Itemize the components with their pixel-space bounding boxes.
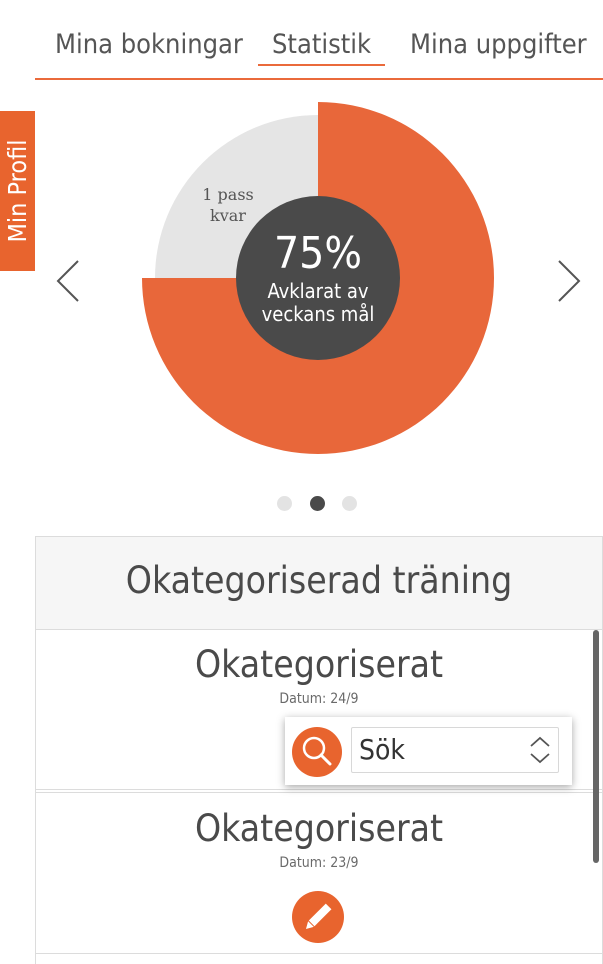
entry-title: Okategoriserat xyxy=(194,807,444,850)
min-profil-tab[interactable]: Min Profil xyxy=(0,111,35,271)
remaining-label-line2: kvar xyxy=(210,206,246,225)
tab-mina-bokningar[interactable]: Mina bokningar xyxy=(55,28,243,62)
search-select-value: Sök xyxy=(359,733,405,766)
edit-button[interactable] xyxy=(292,891,344,943)
section-header: Okategoriserad träning xyxy=(36,536,602,630)
chart-center-label-line2: veckans mål xyxy=(262,302,375,326)
carousel-dots xyxy=(0,496,603,512)
section-title: Okategoriserad träning xyxy=(125,559,513,602)
chart-center-value: 75% xyxy=(274,228,362,279)
tab-statistik[interactable]: Statistik xyxy=(258,28,386,66)
entry-date: Datum: 23/9 xyxy=(279,855,359,871)
chart-center-label-line1: Avklarat av xyxy=(267,279,368,303)
entry-title: Okategoriserat xyxy=(194,643,444,686)
tab-label: Mina bokningar xyxy=(55,29,243,60)
pencil-icon xyxy=(305,903,332,930)
entry-date: Datum: 24/9 xyxy=(279,691,359,707)
min-profil-label: Min Profil xyxy=(2,139,32,243)
chevron-right-icon[interactable] xyxy=(553,258,583,304)
chevron-left-icon[interactable] xyxy=(54,258,84,304)
carousel-dot-3[interactable] xyxy=(342,496,357,511)
training-entry[interactable]: Okategoriserat Datum: 23/9 xyxy=(36,792,602,954)
search-popup: Sök xyxy=(285,717,572,785)
scrollbar[interactable] xyxy=(593,630,599,863)
carousel-dot-2[interactable] xyxy=(310,496,325,511)
tab-label: Mina uppgifter xyxy=(410,29,587,60)
search-button[interactable] xyxy=(292,727,342,777)
up-down-chevron-icon[interactable] xyxy=(528,734,552,766)
active-tab-underline xyxy=(258,64,386,66)
goal-progress-chart: 75% Avklarat av veckans mål 1 pass kvar xyxy=(142,102,494,454)
tab-bar: Mina bokningar Statistik Mina uppgifter xyxy=(35,0,603,80)
carousel-dot-1[interactable] xyxy=(277,496,292,511)
tab-label: Statistik xyxy=(272,29,372,60)
search-icon xyxy=(302,736,332,766)
remaining-label-line1: 1 pass xyxy=(202,185,253,204)
search-select[interactable]: Sök xyxy=(351,727,559,773)
tab-mina-uppgifter[interactable]: Mina uppgifter xyxy=(410,28,587,62)
